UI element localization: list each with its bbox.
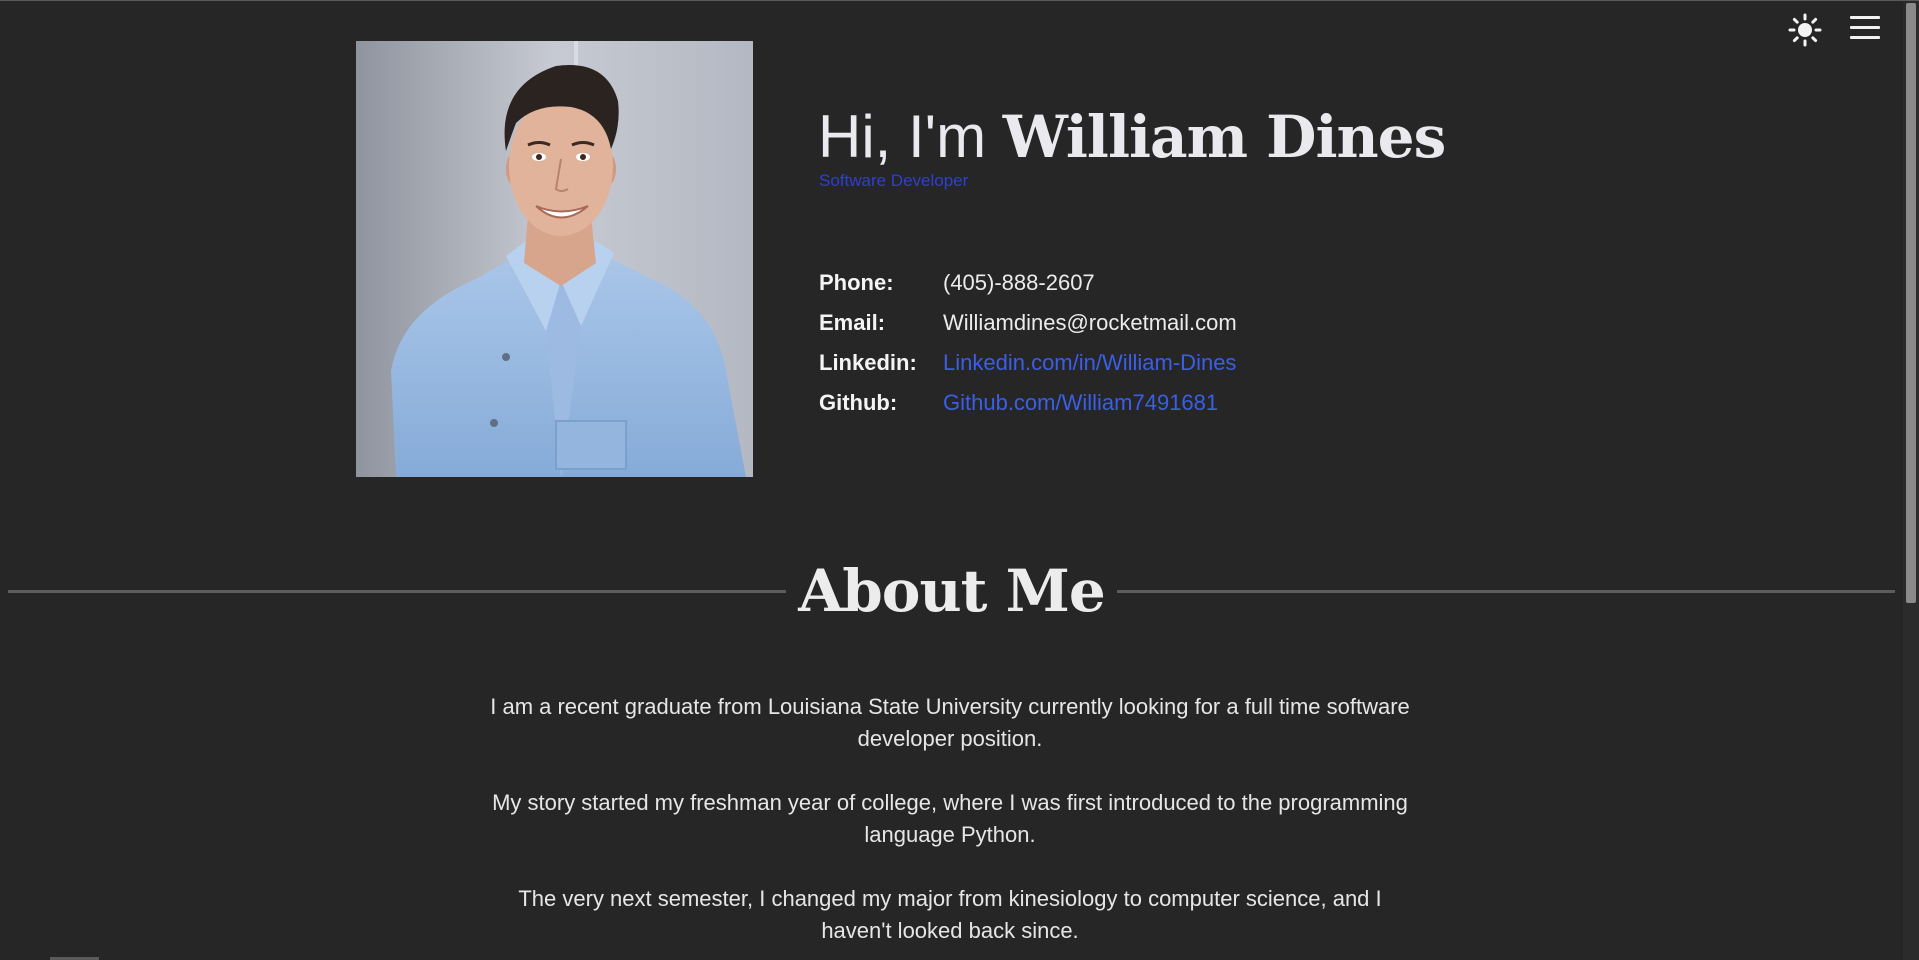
about-paragraph: I am a recent graduate from Louisiana St… (490, 694, 1410, 751)
scrollbar-thumb[interactable] (1906, 3, 1916, 603)
hero-name: William Dines (1002, 103, 1446, 171)
greeting-prefix: Hi, I'm (818, 103, 1003, 170)
about-paragraph: The very next semester, I changed my maj… (518, 886, 1382, 943)
github-link[interactable]: Github.com/William7491681 (943, 383, 1218, 423)
about-body: I am a recent graduate from Louisiana St… (460, 691, 1440, 960)
portrait-photo (356, 41, 753, 477)
about-title: About Me (798, 557, 1106, 625)
linkedin-link[interactable]: Linkedin.com/in/William-Dines (943, 343, 1236, 383)
github-label: Github: (819, 390, 898, 415)
section-divider-left (8, 590, 786, 593)
hamburger-menu-icon[interactable] (1849, 13, 1881, 41)
portfolio-page: Hi, I'm William Dines Software Developer… (0, 0, 1919, 960)
email-value: Williamdines@rocketmail.com (943, 310, 1237, 335)
hero-role: Software Developer (819, 171, 969, 190)
vertical-scrollbar[interactable] (1903, 1, 1919, 960)
section-divider-right (1117, 590, 1895, 593)
phone-label: Phone: (819, 270, 894, 295)
email-label: Email: (819, 310, 886, 335)
phone-value: (405)-888-2607 (943, 270, 1095, 295)
linkedin-label: Linkedin: (819, 350, 917, 375)
hero-greeting: Hi, I'm William Dines (818, 97, 1446, 177)
sun-icon[interactable] (1788, 13, 1822, 47)
about-paragraph: My story started my freshman year of col… (492, 790, 1408, 847)
